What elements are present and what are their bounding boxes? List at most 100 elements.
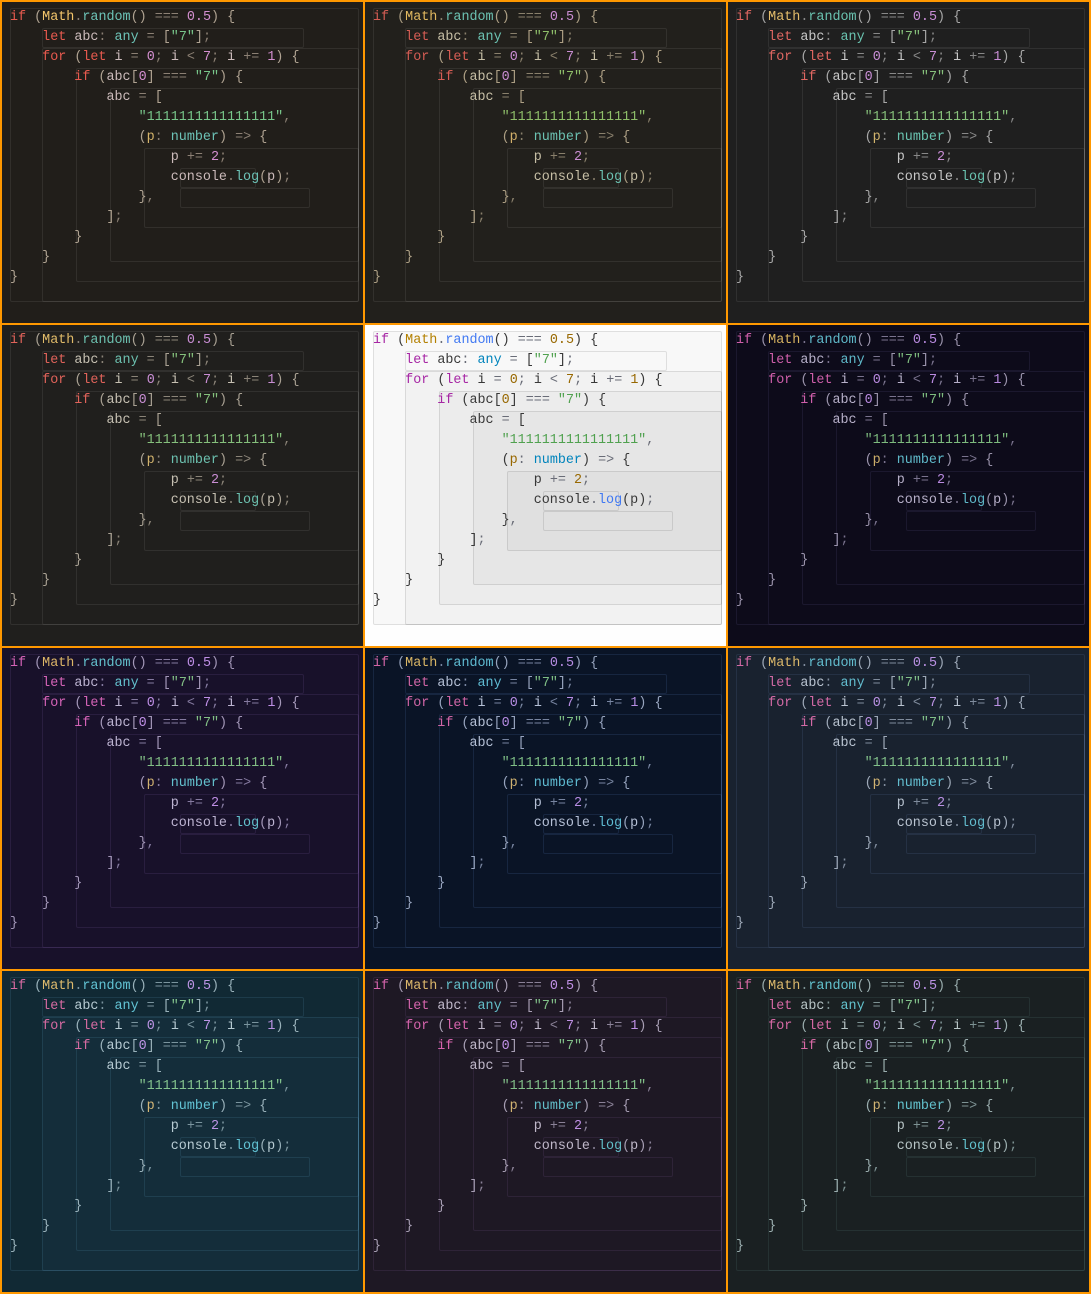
code-line: for (let i = 0; i < 7; i += 1) { <box>373 48 720 68</box>
code-line: if (abc[0] === "7") { <box>10 1037 357 1057</box>
code-line: ]; <box>373 531 720 551</box>
code-snippet: if (Math.random() === 0.5) { let abc: an… <box>736 8 1083 288</box>
code-line: }, <box>373 511 720 531</box>
code-line: if (Math.random() === 0.5) { <box>10 977 357 997</box>
code-line: "1111111111111111", <box>736 108 1083 128</box>
code-line: } <box>373 551 720 571</box>
code-line: } <box>10 268 357 288</box>
code-line: for (let i = 0; i < 7; i += 1) { <box>373 1017 720 1037</box>
code-line: "1111111111111111", <box>736 431 1083 451</box>
code-line: for (let i = 0; i < 7; i += 1) { <box>10 694 357 714</box>
code-line: } <box>736 228 1083 248</box>
code-line: for (let i = 0; i < 7; i += 1) { <box>373 694 720 714</box>
code-snippet: if (Math.random() === 0.5) { let abc: an… <box>10 8 357 288</box>
code-snippet: if (Math.random() === 0.5) { let abc: an… <box>373 331 720 611</box>
theme-preview-t12[interactable]: if (Math.random() === 0.5) { let abc: an… <box>728 971 1089 1292</box>
code-line: p += 2; <box>373 794 720 814</box>
code-snippet: if (Math.random() === 0.5) { let abc: an… <box>373 8 720 288</box>
code-line: if (abc[0] === "7") { <box>10 391 357 411</box>
code-line: if (abc[0] === "7") { <box>736 391 1083 411</box>
code-line: for (let i = 0; i < 7; i += 1) { <box>736 694 1083 714</box>
theme-preview-t3[interactable]: if (Math.random() === 0.5) { let abc: an… <box>728 2 1089 323</box>
code-line: console.log(p); <box>373 491 720 511</box>
code-line: let abc: any = ["7"]; <box>736 28 1083 48</box>
code-line: "1111111111111111", <box>736 1077 1083 1097</box>
code-line: ]; <box>736 531 1083 551</box>
code-snippet: if (Math.random() === 0.5) { let abc: an… <box>373 654 720 934</box>
theme-preview-grid: if (Math.random() === 0.5) { let abc: an… <box>0 0 1091 1294</box>
code-line: p += 2; <box>10 148 357 168</box>
code-line: } <box>736 591 1083 611</box>
theme-preview-t7[interactable]: if (Math.random() === 0.5) { let abc: an… <box>2 648 363 969</box>
code-line: if (abc[0] === "7") { <box>736 1037 1083 1057</box>
code-line: if (abc[0] === "7") { <box>373 68 720 88</box>
code-line: ]; <box>10 531 357 551</box>
code-line: ]; <box>10 1177 357 1197</box>
code-line: ]; <box>10 208 357 228</box>
theme-preview-t6[interactable]: if (Math.random() === 0.5) { let abc: an… <box>728 325 1089 646</box>
code-line: console.log(p); <box>10 491 357 511</box>
code-line: } <box>10 1197 357 1217</box>
theme-preview-t4[interactable]: if (Math.random() === 0.5) { let abc: an… <box>2 325 363 646</box>
code-line: console.log(p); <box>736 491 1083 511</box>
code-line: console.log(p); <box>10 814 357 834</box>
theme-preview-t2[interactable]: if (Math.random() === 0.5) { let abc: an… <box>365 2 726 323</box>
code-line: } <box>373 591 720 611</box>
code-line: abc = [ <box>736 734 1083 754</box>
code-line: let abc: any = ["7"]; <box>10 351 357 371</box>
code-line: "1111111111111111", <box>10 431 357 451</box>
code-line: console.log(p); <box>736 168 1083 188</box>
theme-preview-t5[interactable]: if (Math.random() === 0.5) { let abc: an… <box>365 325 726 646</box>
theme-preview-t9[interactable]: if (Math.random() === 0.5) { let abc: an… <box>728 648 1089 969</box>
code-line: "1111111111111111", <box>373 1077 720 1097</box>
code-line: } <box>10 248 357 268</box>
code-line: } <box>736 248 1083 268</box>
code-line: abc = [ <box>373 88 720 108</box>
code-line: p += 2; <box>10 471 357 491</box>
code-line: (p: number) => { <box>373 128 720 148</box>
code-line: for (let i = 0; i < 7; i += 1) { <box>736 371 1083 391</box>
code-line: abc = [ <box>373 1057 720 1077</box>
code-line: (p: number) => { <box>736 1097 1083 1117</box>
code-line: (p: number) => { <box>10 451 357 471</box>
code-line: for (let i = 0; i < 7; i += 1) { <box>10 48 357 68</box>
code-line: } <box>373 1237 720 1257</box>
code-line: "1111111111111111", <box>10 1077 357 1097</box>
theme-preview-t1[interactable]: if (Math.random() === 0.5) { let abc: an… <box>2 2 363 323</box>
code-line: p += 2; <box>736 471 1083 491</box>
code-line: ]; <box>373 1177 720 1197</box>
code-line: ]; <box>10 854 357 874</box>
code-snippet: if (Math.random() === 0.5) { let abc: an… <box>736 331 1083 611</box>
code-line: if (abc[0] === "7") { <box>10 714 357 734</box>
code-line: } <box>736 874 1083 894</box>
code-line: console.log(p); <box>10 168 357 188</box>
theme-preview-t8[interactable]: if (Math.random() === 0.5) { let abc: an… <box>365 648 726 969</box>
code-line: } <box>373 1217 720 1237</box>
code-line: abc = [ <box>373 411 720 431</box>
code-line: }, <box>736 1157 1083 1177</box>
code-line: } <box>373 874 720 894</box>
code-line: if (Math.random() === 0.5) { <box>10 8 357 28</box>
code-line: (p: number) => { <box>736 128 1083 148</box>
code-line: }, <box>10 511 357 531</box>
code-line: }, <box>736 511 1083 531</box>
code-line: p += 2; <box>736 1117 1083 1137</box>
theme-preview-t11[interactable]: if (Math.random() === 0.5) { let abc: an… <box>365 971 726 1292</box>
code-line: ]; <box>373 854 720 874</box>
code-line: if (abc[0] === "7") { <box>373 1037 720 1057</box>
code-line: "1111111111111111", <box>736 754 1083 774</box>
code-snippet: if (Math.random() === 0.5) { let abc: an… <box>10 654 357 934</box>
code-line: if (Math.random() === 0.5) { <box>736 977 1083 997</box>
code-line: if (Math.random() === 0.5) { <box>373 977 720 997</box>
code-line: let abc: any = ["7"]; <box>10 28 357 48</box>
code-line: let abc: any = ["7"]; <box>10 674 357 694</box>
code-line: } <box>10 591 357 611</box>
code-line: }, <box>373 188 720 208</box>
code-line: (p: number) => { <box>736 451 1083 471</box>
code-line: (p: number) => { <box>373 774 720 794</box>
code-line: abc = [ <box>736 411 1083 431</box>
code-line: if (Math.random() === 0.5) { <box>736 331 1083 351</box>
theme-preview-t10[interactable]: if (Math.random() === 0.5) { let abc: an… <box>2 971 363 1292</box>
code-line: "1111111111111111", <box>10 108 357 128</box>
code-line: } <box>373 1197 720 1217</box>
